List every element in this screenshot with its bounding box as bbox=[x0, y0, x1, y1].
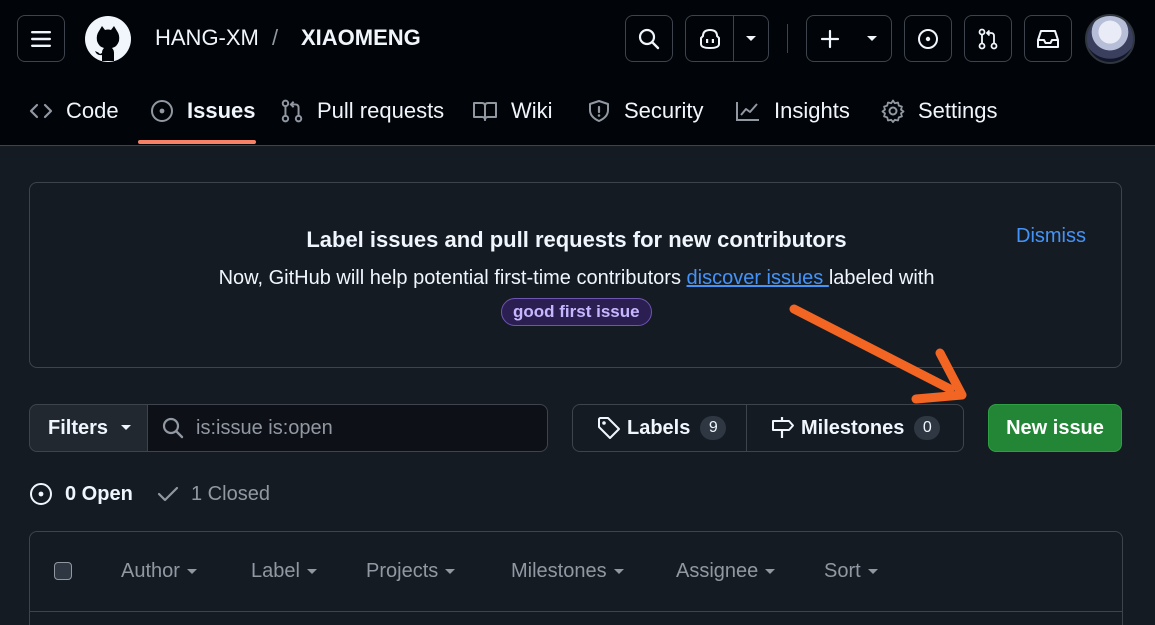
copilot-dropdown-button[interactable] bbox=[734, 16, 768, 61]
closed-count-label: 1 Closed bbox=[191, 482, 270, 505]
tab-pull-requests[interactable]: Pull requests bbox=[280, 95, 444, 127]
tab-label: Security bbox=[624, 98, 704, 123]
issues-search-input[interactable] bbox=[196, 416, 516, 440]
milestones-filter-label: Milestones bbox=[511, 560, 607, 582]
issues-list: Author Label Projects Milestones Assigne… bbox=[29, 531, 1123, 625]
code-icon bbox=[29, 103, 53, 119]
issues-list-header: Author Label Projects Milestones Assigne… bbox=[30, 532, 1122, 612]
chevron-down-icon bbox=[746, 35, 756, 41]
book-icon bbox=[473, 102, 497, 121]
closed-issues-tab[interactable]: 1 Closed bbox=[157, 480, 270, 508]
chevron-down-icon bbox=[867, 568, 878, 574]
chevron-down-icon bbox=[765, 568, 776, 574]
milestones-label: Milestones bbox=[801, 416, 905, 439]
new-issue-button[interactable]: New issue bbox=[988, 404, 1122, 452]
git-pull-request-icon bbox=[281, 99, 303, 123]
labels-milestones-group: Labels 9 Milestones 0 bbox=[572, 404, 964, 452]
app-header: HANG-XM / XIAOMENG Code Issues Pull requ… bbox=[0, 0, 1155, 146]
create-new-button[interactable] bbox=[806, 15, 892, 62]
banner-text-after: labeled with bbox=[828, 267, 935, 289]
banner-text: Now, GitHub will help potential first-ti… bbox=[30, 267, 1123, 290]
check-icon bbox=[157, 486, 179, 502]
tab-code[interactable]: Code bbox=[29, 95, 119, 127]
search-icon bbox=[162, 417, 184, 439]
menu-button[interactable] bbox=[17, 15, 65, 62]
tab-security[interactable]: Security bbox=[587, 95, 703, 127]
filters-button[interactable]: Filters bbox=[29, 404, 148, 452]
inbox-icon bbox=[1037, 29, 1059, 48]
tab-wiki[interactable]: Wiki bbox=[472, 95, 553, 127]
inbox-button[interactable] bbox=[1024, 15, 1072, 62]
milestone-icon bbox=[772, 417, 794, 438]
labels-count: 9 bbox=[700, 416, 727, 440]
tab-label: Insights bbox=[774, 98, 850, 123]
milestones-filter[interactable]: Milestones bbox=[511, 560, 625, 583]
copilot-menu bbox=[685, 15, 769, 62]
shield-icon bbox=[589, 100, 609, 122]
banner-text-before: Now, GitHub will help potential first-ti… bbox=[218, 267, 687, 289]
open-count-label: 0 Open bbox=[65, 482, 133, 505]
dismiss-link[interactable]: Dismiss bbox=[1016, 225, 1086, 248]
tab-label: Settings bbox=[918, 98, 998, 123]
projects-filter-label: Projects bbox=[366, 560, 439, 582]
chevron-down-icon bbox=[867, 35, 877, 41]
tab-label: Code bbox=[66, 98, 119, 123]
assignee-filter[interactable]: Assignee bbox=[676, 560, 776, 583]
selected-tab-indicator bbox=[138, 140, 256, 144]
chevron-down-icon bbox=[121, 425, 132, 430]
gear-icon bbox=[881, 99, 905, 123]
chevron-down-icon bbox=[613, 568, 624, 574]
labels-label: Labels bbox=[627, 416, 691, 439]
repo-name-link[interactable]: XIAOMENG bbox=[301, 24, 421, 52]
issue-opened-icon bbox=[918, 28, 938, 49]
banner-title: Label issues and pull requests for new c… bbox=[306, 227, 847, 252]
breadcrumb-separator: / bbox=[272, 25, 279, 50]
tab-issues[interactable]: Issues bbox=[150, 95, 256, 127]
label-filter[interactable]: Label bbox=[251, 560, 318, 583]
graph-icon bbox=[736, 102, 759, 121]
your-issues-button[interactable] bbox=[904, 15, 952, 62]
milestones-count: 0 bbox=[914, 416, 941, 440]
git-pull-request-icon bbox=[978, 28, 998, 49]
tab-label: Wiki bbox=[511, 98, 553, 123]
repo-owner-link[interactable]: HANG-XM bbox=[155, 24, 259, 52]
plus-icon bbox=[820, 29, 840, 48]
user-avatar[interactable] bbox=[1085, 14, 1135, 64]
copilot-button[interactable] bbox=[686, 16, 734, 61]
good-first-issue-label[interactable]: good first issue bbox=[501, 298, 652, 326]
labels-button[interactable]: Labels 9 bbox=[573, 405, 747, 451]
sort-filter-label: Sort bbox=[824, 560, 861, 582]
chevron-down-icon bbox=[306, 568, 317, 574]
search-button[interactable] bbox=[625, 15, 673, 62]
tab-insights[interactable]: Insights bbox=[735, 95, 850, 127]
sort-filter[interactable]: Sort bbox=[824, 560, 879, 583]
select-all-checkbox[interactable] bbox=[54, 562, 72, 580]
tab-label: Pull requests bbox=[317, 98, 445, 123]
issue-opened-icon bbox=[30, 483, 52, 505]
divider bbox=[787, 24, 788, 53]
hamburger-icon bbox=[31, 30, 51, 47]
issues-search-box bbox=[147, 404, 548, 452]
copilot-icon bbox=[699, 28, 720, 49]
open-issues-tab[interactable]: 0 Open bbox=[29, 480, 133, 508]
github-mark-icon[interactable] bbox=[83, 14, 133, 64]
author-filter-label: Author bbox=[121, 560, 180, 582]
tab-settings[interactable]: Settings bbox=[881, 95, 998, 127]
author-filter[interactable]: Author bbox=[121, 560, 198, 583]
tab-label: Issues bbox=[187, 98, 256, 123]
discover-issues-link[interactable]: discover issues bbox=[687, 267, 829, 289]
tag-icon bbox=[598, 417, 620, 439]
milestones-button[interactable]: Milestones 0 bbox=[747, 405, 941, 451]
your-pull-requests-button[interactable] bbox=[964, 15, 1012, 62]
search-icon bbox=[638, 28, 660, 49]
annotation-arrow-icon bbox=[789, 304, 967, 404]
filters-label: Filters bbox=[48, 416, 109, 439]
chevron-down-icon bbox=[445, 568, 456, 574]
assignee-filter-label: Assignee bbox=[676, 560, 759, 582]
chevron-down-icon bbox=[186, 568, 197, 574]
issue-opened-icon bbox=[151, 100, 173, 122]
projects-filter[interactable]: Projects bbox=[366, 560, 456, 583]
label-filter-label: Label bbox=[251, 560, 300, 582]
